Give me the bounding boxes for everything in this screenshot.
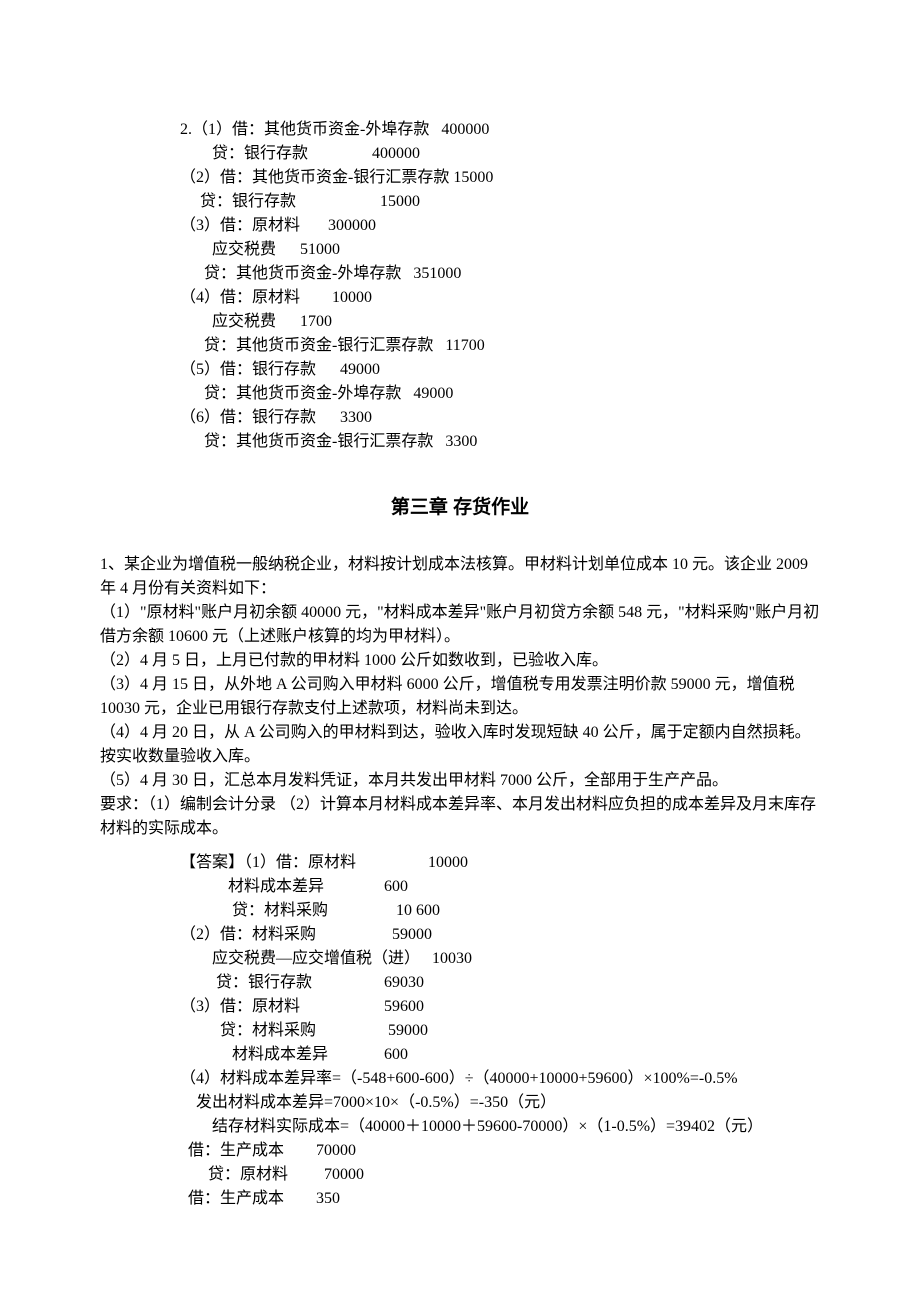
chapter-title: 第三章 存货作业 bbox=[100, 494, 820, 523]
answer-line: 材料成本差异 600 bbox=[180, 875, 820, 899]
question-paragraph: （1）"原材料"账户月初余额 40000 元，"材料成本差异"账户月初贷方余额 … bbox=[100, 601, 820, 649]
entry-line: 2.（1）借：其他货币资金-外埠存款 400000 bbox=[180, 118, 820, 142]
entry-line: 应交税费 51000 bbox=[180, 238, 820, 262]
answer-line: 贷：银行存款 69030 bbox=[180, 971, 820, 995]
answer-line: 结存材料实际成本=（40000＋10000＋59600-70000）×（1-0.… bbox=[180, 1115, 820, 1139]
answer-line: 贷：原材料 70000 bbox=[180, 1163, 820, 1187]
answer-line: 应交税费—应交增值税（进） 10030 bbox=[180, 947, 820, 971]
question-paragraph: （5）4 月 30 日，汇总本月发料凭证，本月共发出甲材料 7000 公斤，全部… bbox=[100, 769, 820, 793]
document-page: 2.（1）借：其他货币资金-外埠存款 400000 贷：银行存款 400000 … bbox=[0, 0, 920, 1302]
entry-line: 贷：其他货币资金-外埠存款 351000 bbox=[180, 262, 820, 286]
answer-line: 借：生产成本 70000 bbox=[180, 1139, 820, 1163]
entry-line: 贷：其他货币资金-银行汇票存款 3300 bbox=[180, 430, 820, 454]
entry-line: （6）借：银行存款 3300 bbox=[180, 406, 820, 430]
entry-line: 贷：银行存款 15000 bbox=[180, 190, 820, 214]
entry-line: （5）借：银行存款 49000 bbox=[180, 358, 820, 382]
entry-line: （2）借：其他货币资金-银行汇票存款 15000 bbox=[180, 166, 820, 190]
entry-line: 应交税费 1700 bbox=[180, 310, 820, 334]
answer-line: 发出材料成本差异=7000×10×（-0.5%）=-350（元） bbox=[180, 1091, 820, 1115]
answer-line: 材料成本差异 600 bbox=[180, 1043, 820, 1067]
question-paragraph: 1、某企业为增值税一般纳税企业，材料按计划成本法核算。甲材料计划单位成本 10 … bbox=[100, 553, 820, 601]
answer-line: （4）材料成本差异率=（-548+600-600）÷（40000+10000+5… bbox=[180, 1067, 820, 1091]
answer-line: 贷：材料采购 10 600 bbox=[180, 899, 820, 923]
entry-line: （4）借：原材料 10000 bbox=[180, 286, 820, 310]
accounting-entries-section1: 2.（1）借：其他货币资金-外埠存款 400000 贷：银行存款 400000 … bbox=[180, 118, 820, 454]
answer-line: 【答案】（1）借：原材料 10000 bbox=[180, 851, 820, 875]
answer-line: 借：生产成本 350 bbox=[180, 1187, 820, 1211]
answer-line: （2）借：材料采购 59000 bbox=[180, 923, 820, 947]
entry-line: 贷：其他货币资金-银行汇票存款 11700 bbox=[180, 334, 820, 358]
question-paragraph: （2）4 月 5 日，上月已付款的甲材料 1000 公斤如数收到，已验收入库。 bbox=[100, 649, 820, 673]
question-block: 1、某企业为增值税一般纳税企业，材料按计划成本法核算。甲材料计划单位成本 10 … bbox=[100, 553, 820, 841]
answer-line: 贷：材料采购 59000 bbox=[180, 1019, 820, 1043]
answer-line: （3）借：原材料 59600 bbox=[180, 995, 820, 1019]
question-paragraph: （4）4 月 20 日，从 A 公司购入的甲材料到达，验收入库时发现短缺 40 … bbox=[100, 721, 820, 769]
entry-line: （3）借：原材料 300000 bbox=[180, 214, 820, 238]
entry-line: 贷：银行存款 400000 bbox=[180, 142, 820, 166]
answer-block: 【答案】（1）借：原材料 10000 材料成本差异 600 贷：材料采购 10 … bbox=[180, 851, 820, 1211]
entry-line: 贷：其他货币资金-外埠存款 49000 bbox=[180, 382, 820, 406]
question-paragraph: （3）4 月 15 日，从外地 A 公司购入甲材料 6000 公斤，增值税专用发… bbox=[100, 673, 820, 721]
question-paragraph: 要求：（1）编制会计分录 （2）计算本月材料成本差异率、本月发出材料应负担的成本… bbox=[100, 793, 820, 841]
